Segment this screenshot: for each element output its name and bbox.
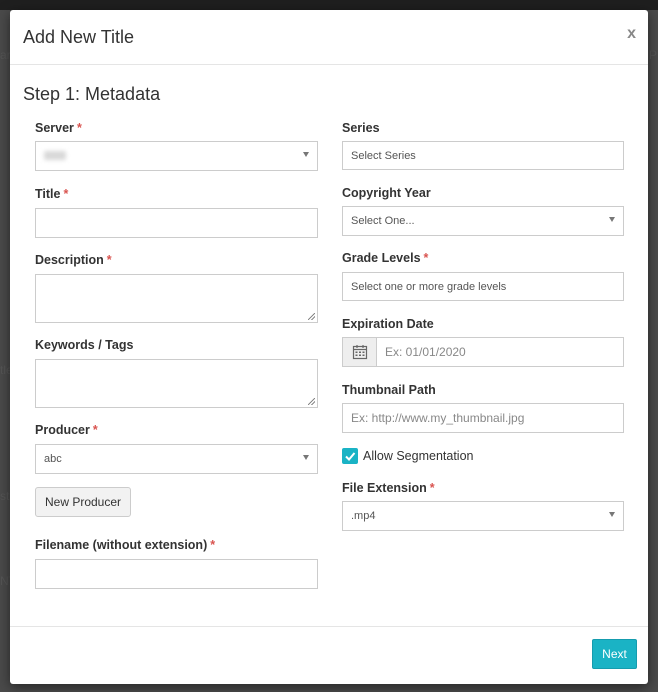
step-title: Step 1: Metadata	[23, 84, 161, 104]
check-icon	[345, 452, 356, 461]
series-placeholder: Select Series	[351, 150, 416, 162]
grade-levels-select[interactable]: Select one or more grade levels	[342, 272, 624, 301]
expiration-date-label: Expiration Date	[342, 317, 434, 331]
description-label: Description *	[35, 253, 112, 267]
required-marker: *	[76, 121, 82, 135]
required-marker: *	[210, 538, 216, 552]
required-marker: *	[429, 481, 435, 495]
modal-title: Add New Title	[23, 27, 135, 47]
backdrop-top-bar	[0, 0, 658, 10]
server-select[interactable]	[35, 141, 318, 171]
next-button[interactable]: Next	[592, 639, 637, 669]
keywords-label: Keywords / Tags	[35, 338, 134, 352]
producer-select-value: abc	[44, 453, 62, 465]
background-fragment: P	[649, 48, 658, 62]
file-extension-select[interactable]: .mp4	[342, 501, 624, 531]
close-button[interactable]: x	[627, 25, 636, 43]
required-marker: *	[423, 251, 429, 265]
add-new-title-modal: Add New Title x Step 1: Metadata Server *…	[10, 10, 648, 684]
file-extension-value: .mp4	[351, 510, 376, 522]
series-label: Series	[342, 121, 380, 135]
title-input[interactable]	[35, 208, 318, 238]
required-marker: *	[106, 253, 112, 267]
allow-segmentation-label[interactable]: Allow Segmentation	[363, 449, 473, 463]
filename-label: Filename (without extension) *	[35, 538, 216, 552]
title-label: Title *	[35, 187, 69, 201]
producer-label: Producer *	[35, 423, 98, 437]
new-producer-button[interactable]: New Producer	[35, 487, 131, 517]
file-extension-label: File Extension *	[342, 481, 435, 495]
allow-segmentation-checkbox[interactable]	[342, 448, 358, 464]
thumbnail-path-input[interactable]	[342, 403, 624, 433]
modal-footer: Next	[10, 626, 648, 684]
chevron-down-icon	[609, 512, 615, 517]
grade-levels-label: Grade Levels *	[342, 251, 429, 265]
series-select[interactable]: Select Series	[342, 141, 624, 170]
grade-levels-placeholder: Select one or more grade levels	[351, 281, 507, 293]
required-marker: *	[63, 187, 69, 201]
chevron-down-icon	[303, 455, 309, 460]
chevron-down-icon	[303, 152, 309, 157]
modal-header: Add New Title x	[10, 10, 648, 65]
required-marker: *	[92, 423, 98, 437]
copyright-year-placeholder: Select One...	[351, 215, 415, 227]
chevron-down-icon	[609, 217, 615, 222]
thumbnail-path-label: Thumbnail Path	[342, 383, 436, 397]
background-fragment: st	[0, 489, 10, 503]
server-value-redacted	[44, 151, 66, 160]
calendar-icon	[352, 345, 368, 360]
producer-select[interactable]: abc	[35, 444, 318, 474]
calendar-button[interactable]	[342, 337, 377, 367]
server-label: Server *	[35, 121, 82, 135]
filename-input[interactable]	[35, 559, 318, 589]
expiration-date-input[interactable]	[376, 337, 624, 367]
copyright-year-select[interactable]: Select One...	[342, 206, 624, 236]
keywords-textarea[interactable]	[35, 359, 318, 408]
resize-grip-icon[interactable]	[308, 398, 315, 405]
copyright-year-label: Copyright Year	[342, 186, 431, 200]
resize-grip-icon[interactable]	[308, 313, 315, 320]
description-textarea[interactable]	[35, 274, 318, 323]
